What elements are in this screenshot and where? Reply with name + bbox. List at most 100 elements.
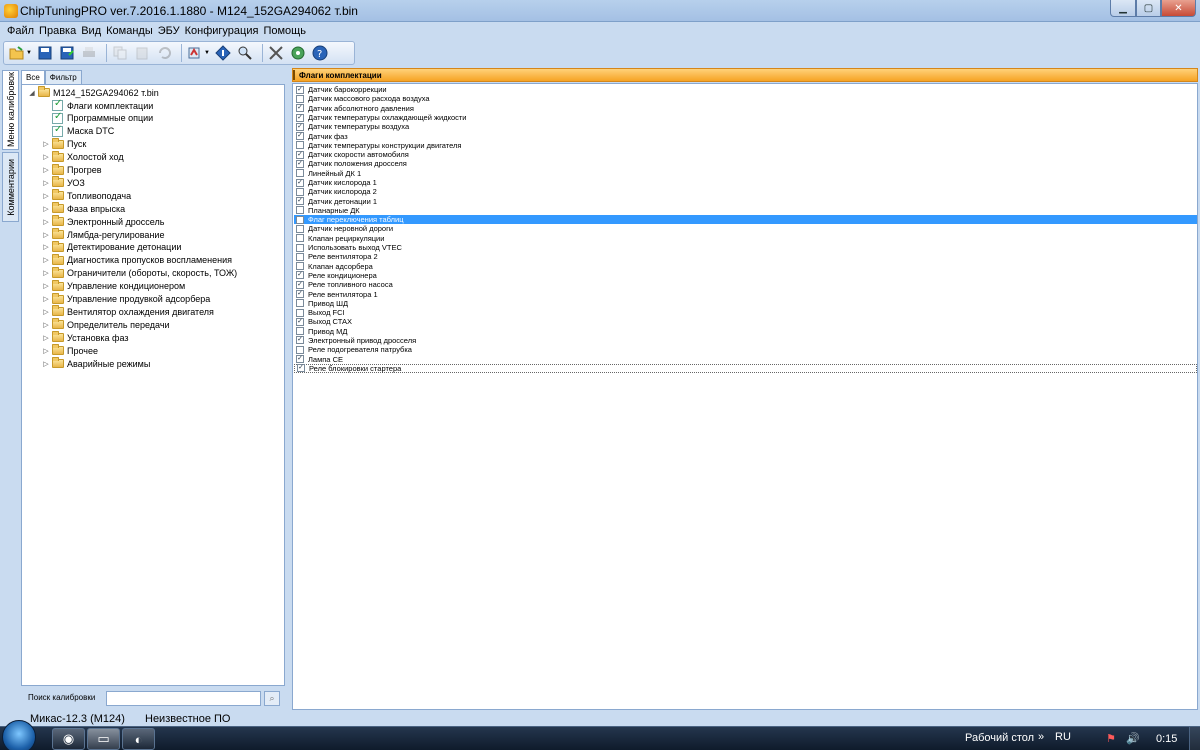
search-input[interactable] <box>106 691 261 706</box>
start-button[interactable] <box>2 720 36 750</box>
checkbox-checked[interactable]: ✓ <box>296 104 304 113</box>
paste-icon[interactable] <box>133 44 151 62</box>
taskbar-disk-button[interactable]: ◐ <box>122 728 155 750</box>
flag-row[interactable]: Датчик неровной дороги <box>294 224 1197 233</box>
flag-row[interactable]: ✓ Реле топливного насоса <box>294 280 1197 289</box>
menu-view[interactable]: Вид <box>81 25 101 37</box>
flag-row[interactable]: ✓ Датчик скорости автомобиля <box>294 150 1197 159</box>
save-icon[interactable] <box>36 44 54 62</box>
checkbox-unchecked[interactable] <box>296 215 304 224</box>
flag-row[interactable]: ✓ Датчик барокоррекции <box>294 85 1197 94</box>
flag-row[interactable]: Привод ШД <box>294 299 1197 308</box>
flag-row[interactable]: ✓ Реле кондиционера <box>294 271 1197 280</box>
ecu-read-icon[interactable] <box>186 44 204 62</box>
collapse-icon[interactable]: ◢ <box>28 89 36 97</box>
open-icon[interactable] <box>8 44 26 62</box>
checkbox-unchecked[interactable] <box>296 141 304 150</box>
flag-row[interactable]: ✓ Датчик фаз <box>294 131 1197 141</box>
flag-row[interactable]: ✓ Датчик температуры воздуха <box>294 122 1197 131</box>
expand-icon[interactable]: ▷ <box>42 321 50 329</box>
flag-row[interactable]: Планарные ДК <box>294 206 1197 215</box>
expand-icon[interactable]: ▷ <box>42 166 50 174</box>
checkbox-unchecked[interactable] <box>296 327 304 336</box>
checkbox-unchecked[interactable] <box>296 299 304 308</box>
tree-item[interactable]: Программные опции <box>50 111 153 125</box>
tree-folder[interactable]: ▷ Электронный дроссель <box>42 215 164 228</box>
expand-icon[interactable]: ▷ <box>42 192 50 200</box>
expand-icon[interactable]: ▷ <box>42 153 50 161</box>
flag-row[interactable]: ✓ Электронный привод дросселя <box>294 336 1197 345</box>
flag-row[interactable]: Привод МД <box>294 327 1197 336</box>
menu-edit[interactable]: Правка <box>39 25 76 37</box>
expand-icon[interactable]: ▷ <box>42 347 50 355</box>
flag-row[interactable]: ✓ Реле вентилятора 1 <box>294 289 1197 299</box>
search-map-icon[interactable] <box>236 44 254 62</box>
menu-ecu[interactable]: ЭБУ <box>158 25 180 37</box>
expand-icon[interactable]: ▷ <box>42 218 50 226</box>
flag-row[interactable]: Реле подогревателя патрубка <box>294 345 1197 354</box>
flag-row[interactable]: ✓ Реле блокировки стартера <box>294 363 1197 373</box>
flag-row[interactable]: Датчик массового расхода воздуха <box>294 94 1197 103</box>
close-button[interactable]: ✕ <box>1161 0 1196 17</box>
expand-icon[interactable]: ▷ <box>42 140 50 148</box>
checkbox-unchecked[interactable] <box>296 308 304 317</box>
flag-row[interactable]: Флаг переключения таблиц <box>294 215 1197 225</box>
tools-icon[interactable] <box>267 44 285 62</box>
expand-icon[interactable]: ▷ <box>42 243 50 251</box>
tree-folder[interactable]: ▷ Детектирование детонации <box>42 240 181 254</box>
expand-icon[interactable]: ▷ <box>42 360 50 368</box>
tree-folder[interactable]: ▷ Прогрев <box>42 163 102 177</box>
desktop-expand-icon[interactable]: » <box>1038 731 1044 743</box>
expand-icon[interactable]: ▷ <box>42 269 50 277</box>
flag-row[interactable]: ✓ Датчик абсолютного давления <box>294 104 1197 113</box>
flag-row[interactable]: Использовать выход VTEC <box>294 243 1197 252</box>
minimize-button[interactable]: ▁ <box>1110 0 1136 17</box>
checkbox-unchecked[interactable] <box>296 345 304 354</box>
checkbox-checked[interactable]: ✓ <box>296 132 304 141</box>
checkbox-checked[interactable]: ✓ <box>296 290 304 299</box>
taskbar-chiptuning-button[interactable]: ▭ <box>87 728 120 750</box>
tree-folder[interactable]: ▷ Пуск <box>42 137 86 151</box>
copy-icon[interactable] <box>111 44 129 62</box>
flag-row[interactable]: Датчик температуры конструкции двигателя <box>294 141 1197 150</box>
refresh-icon[interactable] <box>289 44 307 62</box>
expand-icon[interactable]: ▷ <box>42 282 50 290</box>
tree-folder[interactable]: ▷ Ограничители (обороты, скорость, ТОЖ) <box>42 266 237 280</box>
open-dropdown-icon[interactable]: ▼ <box>26 50 32 56</box>
tab-calibration-menu[interactable]: Меню калибровок <box>2 70 19 150</box>
checkbox-checked[interactable]: ✓ <box>296 197 304 206</box>
checkbox-checked[interactable]: ✓ <box>296 150 304 159</box>
checkbox-unchecked[interactable] <box>296 187 304 196</box>
checkbox-checked[interactable]: ✓ <box>296 159 304 168</box>
expand-icon[interactable]: ▷ <box>42 205 50 213</box>
tree-folder[interactable]: ▷ Диагностика пропусков воспламенения <box>42 253 232 267</box>
checkbox-unchecked[interactable] <box>296 234 304 243</box>
tree-folder[interactable]: ▷ Управление кондиционером <box>42 279 185 293</box>
taskbar-chrome-button[interactable]: ◉ <box>52 728 85 750</box>
help-icon[interactable]: ? <box>311 44 329 62</box>
tree-folder[interactable]: ▷ Лямбда-регулирование <box>42 228 164 241</box>
ecu-dropdown-icon[interactable]: ▼ <box>204 50 210 56</box>
tree-folder[interactable]: ▷ Холостой ход <box>42 150 124 164</box>
tree-item[interactable]: Маска DTC <box>50 124 114 138</box>
checkbox-unchecked[interactable] <box>296 262 304 271</box>
flag-row[interactable]: Реле вентилятора 2 <box>294 252 1197 261</box>
tree-folder[interactable]: ▷ Фаза впрыска <box>42 202 125 215</box>
checkbox-checked[interactable]: ✓ <box>296 280 304 289</box>
flag-row[interactable]: Клапан адсорбера <box>294 262 1197 271</box>
flag-row[interactable]: ✓ Датчик детонации 1 <box>294 196 1197 206</box>
checkbox-unchecked[interactable] <box>296 252 304 261</box>
menu-help[interactable]: Помощь <box>263 25 306 37</box>
language-indicator[interactable]: RU <box>1055 731 1071 743</box>
expand-icon[interactable]: ▷ <box>42 256 50 264</box>
print-icon[interactable] <box>80 44 98 62</box>
expand-icon[interactable]: ▷ <box>42 295 50 303</box>
flag-row[interactable]: ✓ Датчик кислорода 1 <box>294 178 1197 187</box>
checkbox-checked[interactable]: ✓ <box>296 317 304 326</box>
flag-row[interactable]: ✓ Выход СТАХ <box>294 317 1197 326</box>
tree-folder[interactable]: ▷ Прочее <box>42 344 98 357</box>
tree-item[interactable]: Флаги комплектации <box>50 98 153 112</box>
undo-icon[interactable] <box>155 44 173 62</box>
save-as-icon[interactable] <box>58 44 76 62</box>
checkbox-checked[interactable]: ✓ <box>297 364 305 373</box>
